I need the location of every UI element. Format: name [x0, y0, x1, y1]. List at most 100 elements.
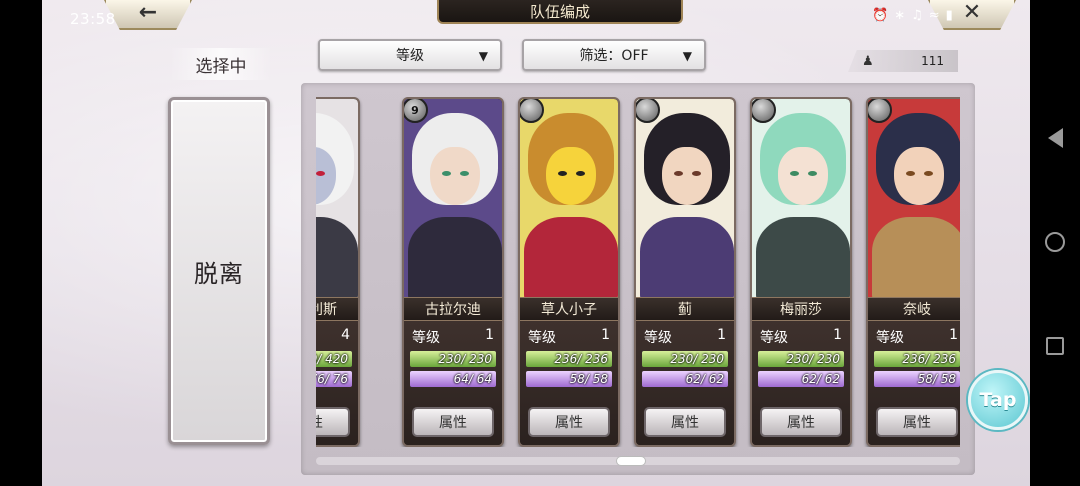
scrollbar-thumb[interactable]	[616, 456, 646, 466]
page-title-text: 队伍编成	[529, 2, 590, 21]
hp-value: 230/ 230	[438, 352, 492, 366]
battery-icon: ▮	[945, 8, 953, 23]
character-name: 草人小子	[520, 297, 618, 321]
sp-bar: 64/ 64	[410, 371, 496, 387]
character-card[interactable]: 9 古拉尔迪 等级 1 230/ 230 64/ 64 属性	[402, 97, 504, 447]
team-formation-view: 选择中 脱离 等级 ▼ 筛选：OFF ▼ ♟ 111 杜拿利斯	[42, 0, 1030, 486]
portrait-body	[408, 217, 502, 297]
portrait-eye	[558, 171, 567, 176]
page-title: 队伍编成	[437, 0, 683, 24]
hp-value: 236/ 236	[554, 352, 608, 366]
nav-back-button[interactable]	[1043, 126, 1067, 150]
hp-value: 230/ 230	[786, 352, 840, 366]
level-label: 等级	[528, 330, 556, 346]
portrait-face	[662, 147, 712, 205]
chevron-down-icon: ▼	[682, 49, 692, 63]
chevron-down-icon: ▼	[478, 49, 488, 63]
character-name: 古拉尔迪	[404, 297, 502, 321]
hp-bar: 420/ 420	[316, 351, 352, 367]
hp-value: 236/ 236	[902, 352, 956, 366]
hp-bar: 230/ 230	[758, 351, 844, 367]
sp-bar: 58/ 58	[874, 371, 960, 387]
sp-value: 64/ 64	[453, 372, 492, 386]
character-name: 梅丽莎	[752, 297, 850, 321]
sp-value: 58/ 58	[917, 372, 956, 386]
back-button[interactable]: ←	[104, 0, 192, 30]
portrait-face	[546, 147, 596, 205]
portrait-eye	[790, 171, 799, 176]
sp-bar: 76/ 76	[316, 371, 352, 387]
character-name: 杜拿利斯	[316, 297, 358, 321]
character-stats: 等级 1 236/ 236 58/ 58 属性	[520, 321, 618, 445]
portrait-eye	[674, 171, 683, 176]
selecting-label: 选择中	[170, 48, 272, 80]
element-badge-icon	[636, 99, 660, 123]
level-row: 等级 1	[644, 327, 726, 347]
person-icon: ♟	[862, 53, 874, 69]
character-count: ♟ 111	[848, 50, 958, 72]
status-time: 23:58	[70, 10, 116, 28]
portrait-face	[894, 147, 944, 205]
portrait-body	[756, 217, 850, 297]
system-nav-bar	[1030, 0, 1080, 486]
detach-label: 脱离	[194, 259, 244, 288]
hp-bar: 236/ 236	[874, 351, 960, 367]
selecting-label-text: 选择中	[195, 56, 247, 77]
filter-dropdown[interactable]: 筛选：OFF ▼	[522, 39, 706, 71]
character-portrait	[520, 99, 618, 297]
portrait-eye	[576, 171, 585, 176]
arrow-left-icon: ←	[138, 0, 158, 25]
sp-value: 76/ 76	[316, 372, 348, 386]
character-card[interactable]: 蓟 等级 1 230/ 230 62/ 62 属性	[634, 97, 736, 447]
character-stats: 等级 1 230/ 230 62/ 62 属性	[752, 321, 850, 445]
portrait-face	[778, 147, 828, 205]
level-value: 1	[949, 327, 958, 343]
portrait-eye	[906, 171, 915, 176]
home-circle-icon	[1045, 232, 1065, 252]
level-value: 1	[717, 327, 726, 343]
level-value: 1	[833, 327, 842, 343]
level-label: 等级	[644, 330, 672, 346]
level-label: 等级	[876, 330, 904, 346]
attribute-button[interactable]: 属性	[528, 407, 610, 437]
character-portrait	[752, 99, 850, 297]
alarm-icon: ⏰	[872, 8, 889, 23]
attribute-button[interactable]: 属性	[760, 407, 842, 437]
sort-dropdown[interactable]: 等级 ▼	[318, 39, 502, 71]
attribute-button[interactable]: 属性	[876, 407, 958, 437]
hp-value: 230/ 230	[670, 352, 724, 366]
attribute-button[interactable]: 属性	[316, 407, 350, 437]
detach-button[interactable]: 脱离	[168, 97, 270, 445]
character-card[interactable]: 梅丽莎 等级 1 230/ 230 62/ 62 属性	[750, 97, 852, 447]
element-badge-icon	[868, 99, 892, 123]
character-card[interactable]: 草人小子 等级 1 236/ 236 58/ 58 属性	[518, 97, 620, 447]
nav-recent-button[interactable]	[1043, 334, 1067, 358]
attribute-button[interactable]: 属性	[412, 407, 494, 437]
close-icon: ✕	[962, 0, 982, 25]
nav-home-button[interactable]	[1043, 230, 1067, 254]
hp-bar: 236/ 236	[526, 351, 612, 367]
character-card[interactable]: 奈岐 等级 1 236/ 236 58/ 58 属性	[866, 97, 960, 447]
portrait-eye	[808, 171, 817, 176]
game-screen: 选择中 脱离 等级 ▼ 筛选：OFF ▼ ♟ 111 杜拿利斯	[0, 0, 1080, 486]
character-list[interactable]: 杜拿利斯 等级 4 420/ 420 76/ 76 属性 9 古拉尔迪	[316, 97, 960, 447]
level-value: 1	[601, 327, 610, 343]
character-stats: 等级 1 230/ 230 64/ 64 属性	[404, 321, 502, 445]
tap-button[interactable]: Tap	[968, 370, 1028, 430]
hp-value: 420/ 420	[316, 352, 348, 366]
character-name: 蓟	[636, 297, 734, 321]
hp-bar: 230/ 230	[410, 351, 496, 367]
level-value: 4	[341, 327, 350, 343]
level-label: 等级	[412, 330, 440, 346]
character-card[interactable]: 杜拿利斯 等级 4 420/ 420 76/ 76 属性	[316, 97, 360, 447]
sp-value: 58/ 58	[569, 372, 608, 386]
status-icons: ⏰ ∗ ♫ ≈ ▮	[872, 8, 953, 23]
portrait-eye	[460, 171, 469, 176]
level-value: 1	[485, 327, 494, 343]
element-badge-icon	[520, 99, 544, 123]
mute-icon: ♫	[911, 8, 923, 23]
sp-bar: 62/ 62	[758, 371, 844, 387]
attribute-button[interactable]: 属性	[644, 407, 726, 437]
portrait-body	[872, 217, 960, 297]
portrait-body	[640, 217, 734, 297]
